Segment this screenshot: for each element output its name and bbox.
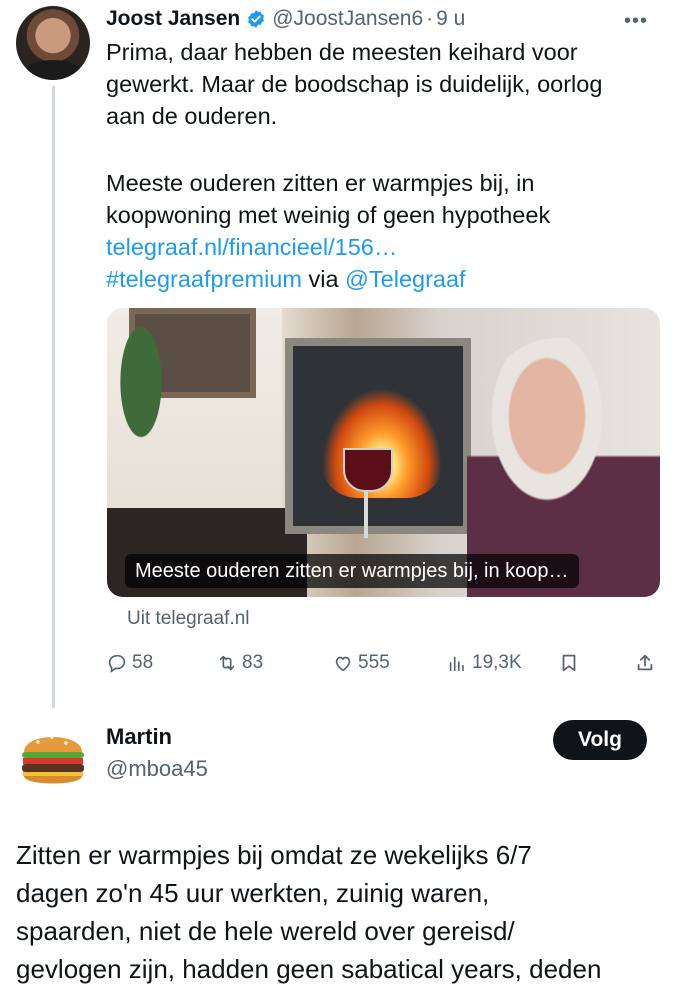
reply-icon [108,654,126,673]
like-count: 555 [358,652,390,673]
reply-count: 58 [132,652,154,673]
tweet-header: Joost Jansen @JoostJansen6 · 9 u [106,4,465,34]
bookmark-button[interactable] [558,648,584,678]
tweet-text: Prima, daar hebben de meesten keihard vo… [106,39,603,129]
more-icon[interactable]: ••• [624,10,648,33]
thread-line [52,86,55,708]
follow-button[interactable]: Volg [553,720,647,760]
author-handle[interactable]: @JoostJansen6 [272,7,423,31]
like-button[interactable]: 555 [332,648,390,678]
share-icon [637,654,653,671]
plant [117,318,177,478]
share-button[interactable] [634,648,660,678]
author-handle[interactable]: @mboa45 [106,756,208,782]
wine-glass [343,448,393,492]
bookmark-icon [562,654,576,672]
verified-badge-icon [248,10,265,28]
tweet-text: Zitten er warmpjes bij omdat ze wekelijk… [16,840,602,984]
card-source[interactable]: Uit telegraaf.nl [127,608,250,630]
author-name[interactable]: Martin [106,724,172,750]
article-link[interactable]: telegraaf.nl/financieel/156… [106,234,397,260]
mention-link[interactable]: @Telegraaf [345,266,466,292]
avatar-martin-burger-icon[interactable] [18,722,88,788]
retweet-count: 83 [242,652,264,673]
views-icon [449,656,464,672]
tweet-text-quote: Meeste ouderen zitten er warmpjes bij, i… [106,167,666,295]
like-icon [335,656,351,672]
via-label: via [308,266,339,292]
reply-button[interactable]: 58 [106,648,153,678]
retweet-button[interactable]: 83 [216,648,263,678]
tweet-actions: 58 83 555 19,3K [106,648,666,678]
link-card[interactable]: Meeste ouderen zitten er warmpjes bij, i… [107,308,660,597]
hashtag-link[interactable]: #telegraafpremium [106,266,302,292]
author-name[interactable]: Joost Jansen [106,7,240,31]
tweet-time[interactable]: 9 u [436,7,465,31]
avatar-joost-jansen[interactable] [16,6,90,80]
retweet-icon [219,655,235,671]
separator-dot: · [426,7,434,30]
views-button[interactable]: 19,3K [446,648,522,678]
quote-text: Meeste ouderen zitten er warmpjes bij, i… [106,170,551,228]
views-count: 19,3K [472,652,522,673]
card-caption: Meeste ouderen zitten er warmpjes bij, i… [125,554,579,588]
